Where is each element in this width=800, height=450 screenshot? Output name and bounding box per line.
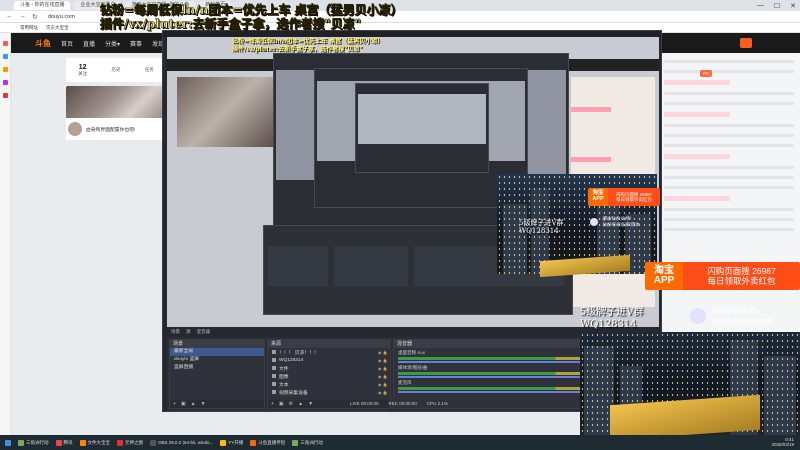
stat-follow[interactable]: 12 关注 <box>78 64 87 77</box>
sidebar-app-icon[interactable] <box>2 54 8 59</box>
source-item[interactable]: 文本 ◉ 🔒 <box>268 380 390 388</box>
header-action-button[interactable] <box>740 38 752 48</box>
thanks-banner: 感谢钻粉支持！ 钻粉每周低保/团本 <box>690 305 772 327</box>
taskbar: 三角洲行动 腾讯 文件大宝宝 元神之图 OBS 29.0.2 (64-bit, … <box>0 435 800 450</box>
browser-side-rail <box>0 33 11 435</box>
nav-item[interactable]: 首页 <box>61 39 73 48</box>
visibility-eye-icon[interactable]: ◉ 🔒 <box>378 366 390 371</box>
source-item[interactable]: WQ128314 ◉ 🔒 <box>268 356 390 364</box>
taobao-ad: 淘宝 APP 闪购页面搜 26987 每日领取外卖红包 <box>645 262 800 290</box>
live-status: LIVE 00:00:00 <box>350 401 379 406</box>
taskbar-item[interactable]: 三角洲行动 <box>292 439 323 446</box>
remove-source-icon[interactable]: ▣ <box>279 401 284 407</box>
back-icon[interactable]: ← <box>6 13 13 20</box>
scene-item[interactable]: 竖屏直播 <box>170 364 264 372</box>
nav-item[interactable]: 分类▾ <box>105 39 120 48</box>
stat-task[interactable]: 任务 <box>145 67 154 73</box>
taskbar-item[interactable]: 斗鱼直播伴侣 <box>250 439 285 446</box>
start-icon[interactable] <box>5 439 11 446</box>
scenes-panel: 场景 最新全局 douyin 竖屏 竖屏直播 + ▣ ▲ ▼ <box>169 339 265 409</box>
forward-icon[interactable]: → <box>19 13 26 20</box>
visibility-eye-icon[interactable]: ◉ 🔒 <box>378 382 390 387</box>
taobao-ad-small: 淘宝 APP 闪购页面搜 26987 每日领取外卖红包 <box>588 188 660 206</box>
taskbar-item[interactable]: 腾讯 <box>55 439 73 446</box>
promo-text-small: 5级牌子进V群 WQ128314 <box>519 219 564 236</box>
taskbar-item[interactable]: 文件大宝宝 <box>79 439 110 446</box>
obs-toolbar-item[interactable]: 源 <box>186 329 191 335</box>
visibility-eye-icon[interactable]: ◉ 🔒 <box>378 358 390 363</box>
sidebar-app-icon[interactable] <box>2 41 8 46</box>
scene-item[interactable]: douyin 竖屏 <box>170 356 264 364</box>
taskbar-item[interactable]: 元神之图 <box>117 439 143 446</box>
promo-text: 5级牌子进V群 WQ128314 <box>580 307 644 330</box>
chat-badge[interactable]: PC <box>700 70 713 77</box>
add-scene-icon[interactable]: + <box>173 401 176 407</box>
sources-panel: 来源 ！！！ 贝凉！！！ ◉ 🔒 WQ128314 ◉ 🔒 文件 ◉ 🔒 图像 ◉ 🔒 … <box>267 339 391 409</box>
reload-icon[interactable]: ↻ <box>32 13 38 21</box>
window-controls: — ☐ ✕ <box>757 2 796 10</box>
taskbar-item[interactable]: 三角洲行动 <box>18 439 49 446</box>
nav-item[interactable]: 赛事 <box>130 39 142 48</box>
taskbar-item[interactable]: OBS 29.0.2 (64-bit, windo... <box>150 439 213 446</box>
visibility-eye-icon[interactable]: ◉ 🔒 <box>378 350 390 355</box>
thanks-banner-small: 感谢钻粉支持！ 钻粉每周低保/团本 <box>590 216 639 228</box>
sources-header: 来源 <box>268 340 390 348</box>
obs-toolbar-item[interactable]: 场景 <box>171 329 180 335</box>
diamond-fan-badge-icon <box>690 308 706 324</box>
scene-item[interactable]: 最新全局 <box>170 348 264 356</box>
settings-gear-icon[interactable]: ⚙ <box>289 401 293 407</box>
cpu-status: CPU 2.1% <box>426 401 448 406</box>
bookmark-item[interactable]: 常用网址 <box>20 25 38 31</box>
overlay-banner-line2: 插件/vx/pluter:去新手盒子拿，选作者搜"贝凉" <box>100 17 362 32</box>
source-item[interactable]: 文件 ◉ 🔒 <box>268 364 390 372</box>
move-up-icon[interactable]: ▲ <box>191 401 196 407</box>
stream-title[interactable]: 血染和界面配置你也吧! <box>86 126 135 133</box>
add-source-icon[interactable]: + <box>271 401 274 407</box>
minimize-icon[interactable]: — <box>757 2 764 10</box>
scenes-footer: + ▣ ▲ ▼ <box>170 400 264 408</box>
diamond-fan-badge-icon <box>590 218 598 226</box>
preview-poster <box>177 77 273 147</box>
user-stats: 12 关注 历史 任务 <box>66 58 166 82</box>
stat-history[interactable]: 历史 <box>111 67 120 73</box>
site-logo[interactable]: 斗鱼 <box>35 38 51 49</box>
taskbar-item[interactable]: YY开播 <box>220 439 243 446</box>
move-down-icon[interactable]: ▼ <box>308 401 313 407</box>
rec-status: REC 00:00:00 <box>388 401 417 406</box>
close-icon[interactable]: ✕ <box>790 2 796 10</box>
sidebar-app-icon[interactable] <box>2 67 8 72</box>
obs-status-bar: LIVE 00:00:00 REC 00:00:00 CPU 2.1% <box>350 401 448 406</box>
obs-toolbar-item[interactable]: 混音器 <box>197 329 211 335</box>
source-item[interactable]: ！！！ 贝凉！！！ ◉ 🔒 <box>268 348 390 356</box>
move-down-icon[interactable]: ▼ <box>201 401 206 407</box>
sidebar-app-icon[interactable] <box>2 93 8 98</box>
visibility-eye-icon[interactable]: ◉ 🔒 <box>378 374 390 379</box>
nav-item[interactable]: 直播 <box>83 39 95 48</box>
source-item[interactable]: 视频采集设备 ◉ 🔒 <box>268 388 390 396</box>
url-field[interactable]: douyu.com <box>48 14 75 20</box>
stream-info-row: 血染和界面配置你也吧! <box>66 118 166 140</box>
move-up-icon[interactable]: ▲ <box>298 401 303 407</box>
browser-tab[interactable]: 斗鱼 - 你的在线直播 <box>14 1 71 10</box>
maximize-icon[interactable]: ☐ <box>774 2 780 10</box>
system-clock[interactable]: 0:41 2025/03/19 <box>771 437 794 447</box>
remove-scene-icon[interactable]: ▣ <box>181 401 186 407</box>
visibility-eye-icon[interactable]: ◉ 🔒 <box>378 390 390 395</box>
bookmark-item[interactable]: 京东大宝宝 <box>46 25 69 31</box>
sidebar-app-icon[interactable] <box>2 80 8 85</box>
nested-banner-line2: 插件/vx/pluter:去新手盒子拿，选作者搜"贝凉" <box>232 46 363 53</box>
scenes-header: 场景 <box>170 340 264 348</box>
source-item[interactable]: 图像 ◉ 🔒 <box>268 372 390 380</box>
avatar[interactable] <box>68 122 82 136</box>
